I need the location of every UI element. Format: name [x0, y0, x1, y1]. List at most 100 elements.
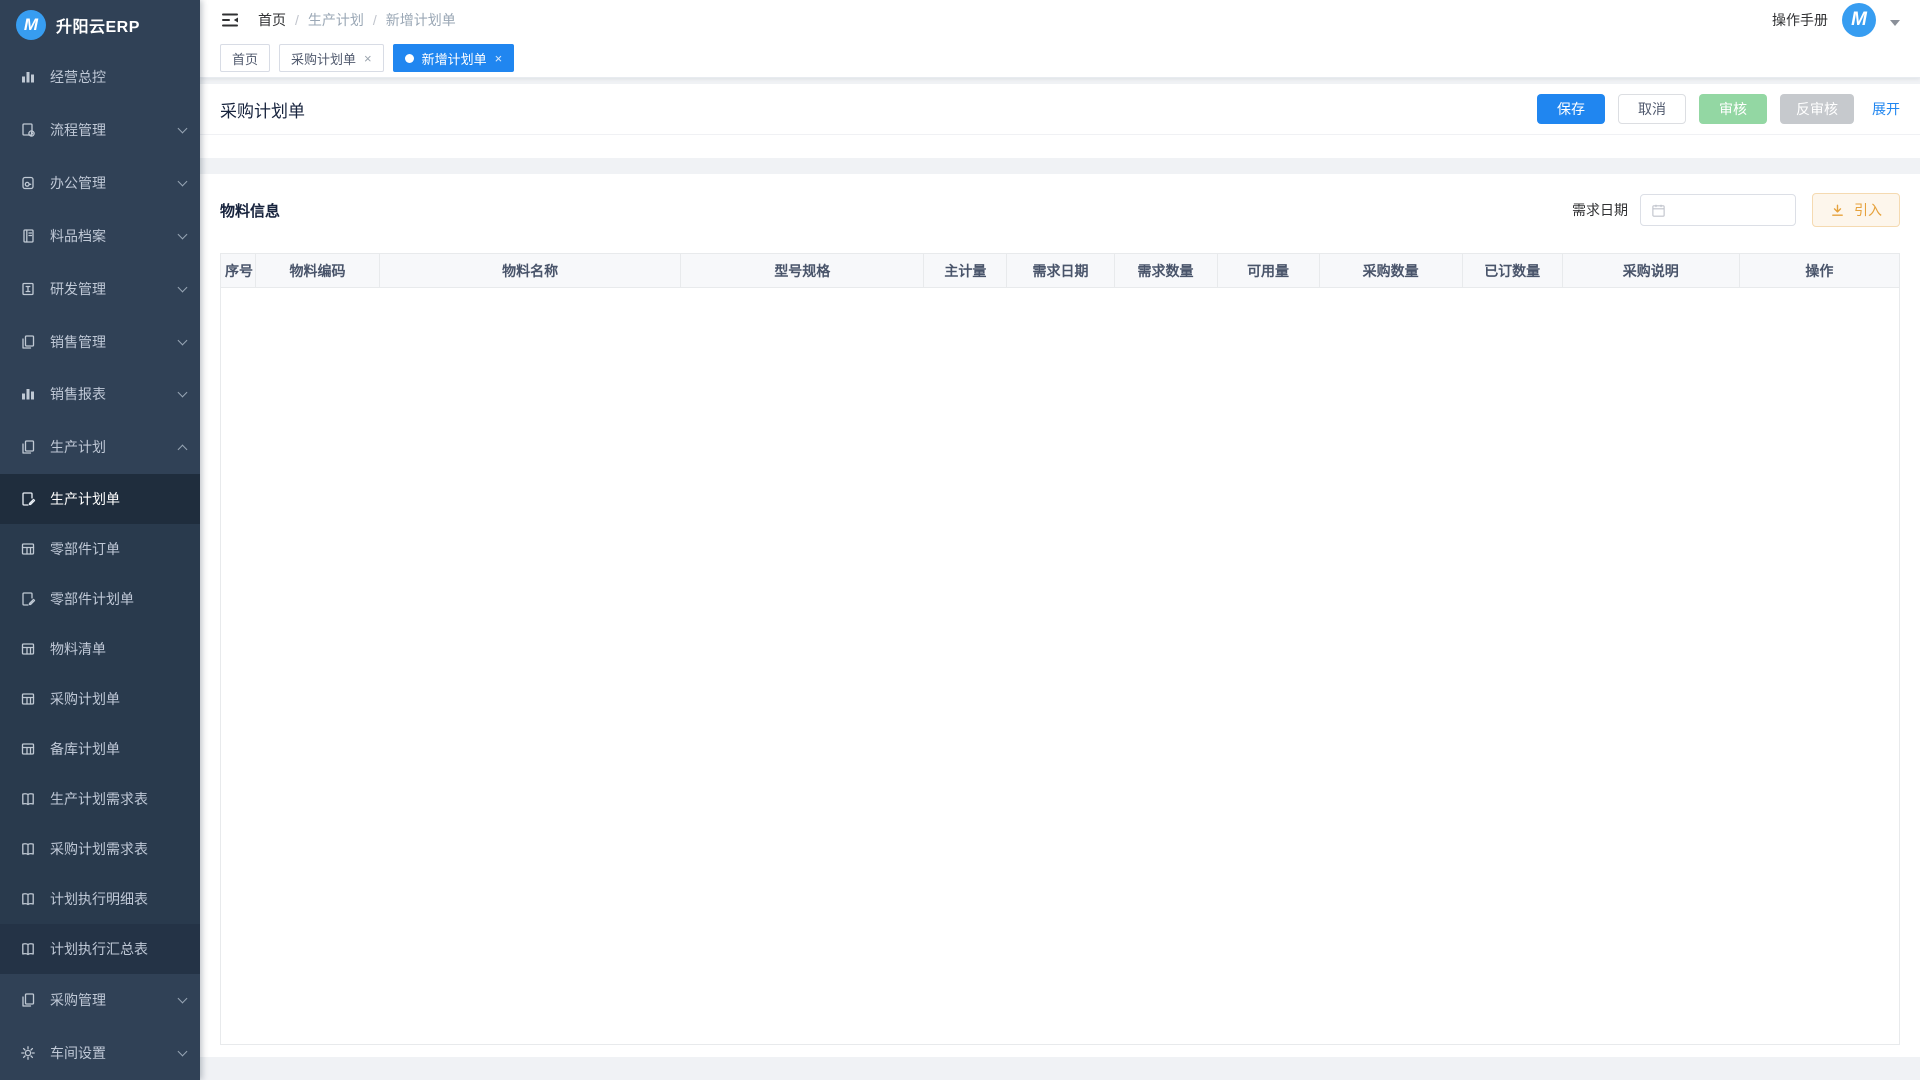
grid-icon [20, 641, 36, 657]
col-header-ordered-qty: 已订数量 [1462, 254, 1562, 288]
sidebar-item-label: 办公管理 [50, 173, 165, 193]
chart-icon [20, 386, 36, 402]
sidebar-item-plan-exec-detail-table[interactable]: 计划执行明细表 [0, 874, 200, 924]
active-tab-dot-icon [405, 54, 414, 63]
sidebar-item-plan-exec-summary-table[interactable]: 计划执行汇总表 [0, 924, 200, 974]
sidebar-item-sales-mgmt[interactable]: 销售管理 [0, 315, 200, 368]
expand-link[interactable]: 展开 [1872, 99, 1900, 119]
sidebar-item-label: 采购计划需求表 [50, 839, 186, 859]
col-header-operation: 操作 [1739, 254, 1899, 288]
unaudit-button[interactable]: 反审核 [1780, 94, 1854, 124]
operation-manual-link[interactable]: 操作手册 [1772, 10, 1828, 30]
sidebar-item-label: 计划执行汇总表 [50, 939, 186, 959]
sidebar-item-label: 采购计划单 [50, 689, 186, 709]
materials-card: 物料信息 需求日期 引入 [200, 174, 1920, 1057]
tab-label: 新增计划单 [422, 49, 487, 68]
book-icon [20, 791, 36, 807]
sidebar-item-production-plan-order[interactable]: 生产计划单 [0, 474, 200, 524]
download-icon [1830, 203, 1845, 218]
sidebar-item-label: 零部件计划单 [50, 589, 186, 609]
sidebar-item-production-demand-table[interactable]: 生产计划需求表 [0, 774, 200, 824]
grid-icon [20, 691, 36, 707]
chevron-down-icon [178, 229, 188, 239]
import-button[interactable]: 引入 [1812, 193, 1900, 227]
breadcrumb-production-plan[interactable]: 生产计划 [308, 10, 364, 30]
notebook-icon [20, 228, 36, 244]
main-area: 首页 / 生产计划 / 新增计划单 操作手册 M 首页 采购计划单 × [200, 0, 1920, 1080]
sidebar-item-material-archive[interactable]: 料品档案 [0, 209, 200, 262]
sidebar-item-production-plan[interactable]: 生产计划 [0, 421, 200, 474]
action-buttons: 保存 取消 审核 反审核 展开 [1537, 94, 1900, 124]
form-header-row: 采购计划单 保存 取消 审核 反审核 展开 [200, 84, 1920, 135]
chevron-down-icon [178, 123, 188, 133]
user-avatar[interactable]: M [1842, 3, 1876, 37]
col-header-purchase-note: 采购说明 [1562, 254, 1739, 288]
copy-doc-icon [20, 439, 36, 455]
grid-icon [20, 741, 36, 757]
copy-doc-icon [20, 992, 36, 1008]
breadcrumb-separator: / [373, 12, 377, 28]
tab-home[interactable]: 首页 [220, 44, 270, 72]
chevron-down-icon [178, 388, 188, 398]
col-header-material-code: 物料编码 [256, 254, 380, 288]
col-header-demand-qty: 需求数量 [1114, 254, 1217, 288]
sidebar-item-office-mgmt[interactable]: 办公管理 [0, 156, 200, 209]
sidebar-item-bom-list[interactable]: 物料清单 [0, 624, 200, 674]
materials-table: 序号 物料编码 物料名称 型号规格 主计量 需求日期 需求数量 可用量 采购数量… [220, 253, 1900, 1045]
section-gap [200, 158, 1920, 174]
breadcrumb-separator: / [295, 12, 299, 28]
sidebar-item-stock-plan-order[interactable]: 备库计划单 [0, 724, 200, 774]
sidebar-item-label: 物料清单 [50, 639, 186, 659]
demand-date-input[interactable] [1640, 194, 1796, 226]
platform-icon [20, 175, 36, 191]
materials-table-header: 序号 物料编码 物料名称 型号规格 主计量 需求日期 需求数量 可用量 采购数量… [220, 253, 1900, 288]
sidebar-item-process-mgmt[interactable]: 流程管理 [0, 103, 200, 156]
tab-close-icon[interactable]: × [495, 52, 503, 65]
breadcrumb-home[interactable]: 首页 [258, 10, 286, 30]
sidebar-item-rnd-mgmt[interactable]: 研发管理 [0, 262, 200, 315]
book-icon [20, 891, 36, 907]
sidebar-item-workshop-settings[interactable]: 车间设置 [0, 1027, 200, 1080]
calendar-icon [1651, 203, 1666, 218]
sidebar-item-business-overview[interactable]: 经营总控 [0, 50, 200, 103]
sidebar-item-label: 料品档案 [50, 226, 165, 246]
col-header-available-qty: 可用量 [1217, 254, 1319, 288]
user-menu-caret-icon[interactable] [1890, 20, 1900, 26]
cancel-button[interactable]: 取消 [1618, 94, 1686, 124]
sidebar-item-label: 生产计划单 [50, 489, 186, 509]
sidebar-item-purchase-demand-table[interactable]: 采购计划需求表 [0, 824, 200, 874]
chevron-down-icon [178, 282, 188, 292]
chevron-down-icon [178, 1047, 188, 1057]
materials-header-row: 物料信息 需求日期 引入 [220, 190, 1900, 230]
topbar: 首页 / 生产计划 / 新增计划单 操作手册 M 首页 采购计划单 × [200, 0, 1920, 78]
sidebar-item-purchase-mgmt[interactable]: 采购管理 [0, 974, 200, 1027]
tab-new-plan-order[interactable]: 新增计划单 × [393, 44, 515, 72]
save-button[interactable]: 保存 [1537, 94, 1605, 124]
copy-doc-icon [20, 334, 36, 350]
sidebar-item-label: 生产计划 [50, 437, 165, 457]
sidebar-item-parts-order[interactable]: 零部件订单 [0, 524, 200, 574]
chevron-down-icon [178, 176, 188, 186]
sidebar-item-purchase-plan-order[interactable]: 采购计划单 [0, 674, 200, 724]
sidebar-item-parts-plan-order[interactable]: 零部件计划单 [0, 574, 200, 624]
form-header-card: 采购计划单 保存 取消 审核 反审核 展开 [200, 84, 1920, 158]
topbar-row-breadcrumb: 首页 / 生产计划 / 新增计划单 操作手册 M [200, 0, 1920, 40]
tab-close-icon[interactable]: × [364, 52, 372, 65]
page-title: 采购计划单 [220, 97, 305, 122]
sidebar-fold-icon[interactable] [220, 11, 240, 29]
page-tabs: 首页 采购计划单 × 新增计划单 × [200, 40, 1920, 77]
grid-icon [20, 541, 36, 557]
table-header-row: 序号 物料编码 物料名称 型号规格 主计量 需求日期 需求数量 可用量 采购数量… [221, 254, 1900, 288]
breadcrumb-current-page: 新增计划单 [386, 10, 456, 30]
chevron-up-icon [178, 445, 188, 455]
table-empty-body [220, 288, 1900, 1045]
materials-section-title: 物料信息 [220, 200, 280, 221]
form-collapsed-body [200, 135, 1920, 158]
production-plan-submenu: 生产计划单 零部件订单 零部件计划单 物料清单 采购计划单 备库计划单 生产计划… [0, 474, 200, 974]
audit-button[interactable]: 审核 [1699, 94, 1767, 124]
import-button-label: 引入 [1854, 200, 1882, 220]
sidebar-item-label: 零部件订单 [50, 539, 186, 559]
sidebar-item-label: 流程管理 [50, 120, 165, 140]
tab-purchase-plan-order[interactable]: 采购计划单 × [279, 44, 384, 72]
sidebar-item-sales-report[interactable]: 销售报表 [0, 368, 200, 421]
